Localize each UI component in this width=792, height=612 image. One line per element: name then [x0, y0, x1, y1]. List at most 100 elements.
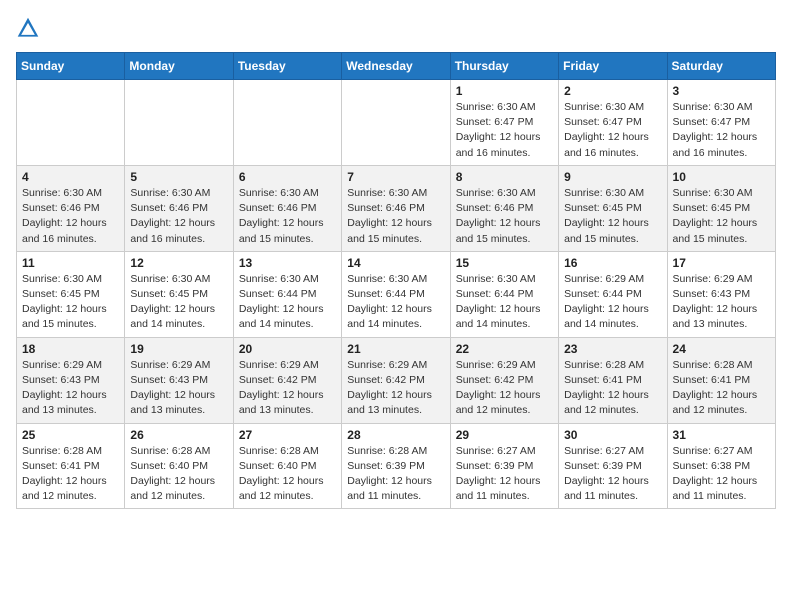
- day-info: Sunrise: 6:30 AMSunset: 6:44 PMDaylight:…: [456, 272, 553, 333]
- day-number: 16: [564, 256, 661, 270]
- day-number: 12: [130, 256, 227, 270]
- day-info: Sunrise: 6:30 AMSunset: 6:47 PMDaylight:…: [673, 100, 770, 161]
- calendar-cell: 26Sunrise: 6:28 AMSunset: 6:40 PMDayligh…: [125, 423, 233, 509]
- day-number: 13: [239, 256, 336, 270]
- generalblue-logo-icon: [16, 16, 40, 40]
- week-row-5: 25 Sunrise: 6:28 AMSunset: 6:41 PMDayligh…: [17, 423, 776, 509]
- day-info: Sunrise: 6:29 AMSunset: 6:42 PMDaylight:…: [347, 358, 444, 419]
- week-row-2: 4 Sunrise: 6:30 AMSunset: 6:46 PMDaylight…: [17, 165, 776, 251]
- day-number: 5: [130, 170, 227, 184]
- weekday-header-thursday: Thursday: [450, 53, 558, 80]
- calendar-cell: 3 Sunrise: 6:30 AMSunset: 6:47 PMDaylight…: [667, 80, 775, 166]
- calendar-table: SundayMondayTuesdayWednesdayThursdayFrid…: [16, 52, 776, 509]
- week-row-1: 1 Sunrise: 6:30 AMSunset: 6:47 PMDaylight…: [17, 80, 776, 166]
- day-number: 23: [564, 342, 661, 356]
- day-number: 31: [673, 428, 770, 442]
- day-number: 28: [347, 428, 444, 442]
- day-info: Sunrise: 6:30 AMSunset: 6:44 PMDaylight:…: [347, 272, 444, 333]
- calendar-cell: 15 Sunrise: 6:30 AMSunset: 6:44 PMDayligh…: [450, 251, 558, 337]
- day-number: 25: [22, 428, 119, 442]
- day-number: 15: [456, 256, 553, 270]
- day-info: Sunrise: 6:30 AMSunset: 6:46 PMDaylight:…: [22, 186, 119, 247]
- day-number: 18: [22, 342, 119, 356]
- calendar-cell: 14 Sunrise: 6:30 AMSunset: 6:44 PMDayligh…: [342, 251, 450, 337]
- day-info: Sunrise: 6:30 AMSunset: 6:46 PMDaylight:…: [130, 186, 227, 247]
- calendar-cell: 19 Sunrise: 6:29 AMSunset: 6:43 PMDayligh…: [125, 337, 233, 423]
- day-info: Sunrise: 6:27 AMSunset: 6:38 PMDaylight:…: [673, 444, 770, 505]
- calendar-cell: [233, 80, 341, 166]
- calendar-cell: 23 Sunrise: 6:28 AMSunset: 6:41 PMDayligh…: [559, 337, 667, 423]
- day-info: Sunrise: 6:27 AMSunset: 6:39 PMDaylight:…: [564, 444, 661, 505]
- calendar-cell: [125, 80, 233, 166]
- calendar-cell: 18 Sunrise: 6:29 AMSunset: 6:43 PMDayligh…: [17, 337, 125, 423]
- calendar-cell: 27 Sunrise: 6:28 AMSunset: 6:40 PMDayligh…: [233, 423, 341, 509]
- calendar-cell: 8Sunrise: 6:30 AMSunset: 6:46 PMDaylight…: [450, 165, 558, 251]
- calendar-cell: 30 Sunrise: 6:27 AMSunset: 6:39 PMDayligh…: [559, 423, 667, 509]
- day-info: Sunrise: 6:28 AMSunset: 6:41 PMDaylight:…: [564, 358, 661, 419]
- calendar-cell: 9 Sunrise: 6:30 AMSunset: 6:45 PMDaylight…: [559, 165, 667, 251]
- weekday-header-wednesday: Wednesday: [342, 53, 450, 80]
- calendar-cell: 6 Sunrise: 6:30 AMSunset: 6:46 PMDaylight…: [233, 165, 341, 251]
- day-number: 11: [22, 256, 119, 270]
- calendar-cell: 7Sunrise: 6:30 AMSunset: 6:46 PMDaylight…: [342, 165, 450, 251]
- day-info: Sunrise: 6:30 AMSunset: 6:47 PMDaylight:…: [564, 100, 661, 161]
- day-info: Sunrise: 6:28 AMSunset: 6:41 PMDaylight:…: [22, 444, 119, 505]
- day-info: Sunrise: 6:29 AMSunset: 6:43 PMDaylight:…: [130, 358, 227, 419]
- day-number: 6: [239, 170, 336, 184]
- calendar-cell: 2 Sunrise: 6:30 AMSunset: 6:47 PMDaylight…: [559, 80, 667, 166]
- day-info: Sunrise: 6:30 AMSunset: 6:44 PMDaylight:…: [239, 272, 336, 333]
- calendar-cell: 16 Sunrise: 6:29 AMSunset: 6:44 PMDayligh…: [559, 251, 667, 337]
- calendar-cell: 28 Sunrise: 6:28 AMSunset: 6:39 PMDayligh…: [342, 423, 450, 509]
- calendar-cell: 25 Sunrise: 6:28 AMSunset: 6:41 PMDayligh…: [17, 423, 125, 509]
- calendar-cell: 21 Sunrise: 6:29 AMSunset: 6:42 PMDayligh…: [342, 337, 450, 423]
- day-number: 2: [564, 84, 661, 98]
- calendar-cell: 5 Sunrise: 6:30 AMSunset: 6:46 PMDaylight…: [125, 165, 233, 251]
- day-info: Sunrise: 6:28 AMSunset: 6:41 PMDaylight:…: [673, 358, 770, 419]
- calendar-cell: 13 Sunrise: 6:30 AMSunset: 6:44 PMDayligh…: [233, 251, 341, 337]
- day-number: 14: [347, 256, 444, 270]
- weekday-header-monday: Monday: [125, 53, 233, 80]
- day-number: 1: [456, 84, 553, 98]
- day-number: 9: [564, 170, 661, 184]
- day-info: Sunrise: 6:29 AMSunset: 6:43 PMDaylight:…: [673, 272, 770, 333]
- day-info: Sunrise: 6:30 AMSunset: 6:46 PMDaylight:…: [239, 186, 336, 247]
- day-number: 27: [239, 428, 336, 442]
- day-info: Sunrise: 6:29 AMSunset: 6:42 PMDaylight:…: [456, 358, 553, 419]
- day-number: 30: [564, 428, 661, 442]
- day-info: Sunrise: 6:29 AMSunset: 6:43 PMDaylight:…: [22, 358, 119, 419]
- calendar-cell: 29Sunrise: 6:27 AMSunset: 6:39 PMDayligh…: [450, 423, 558, 509]
- day-number: 21: [347, 342, 444, 356]
- day-info: Sunrise: 6:28 AMSunset: 6:40 PMDaylight:…: [239, 444, 336, 505]
- weekday-header-friday: Friday: [559, 53, 667, 80]
- day-info: Sunrise: 6:30 AMSunset: 6:46 PMDaylight:…: [456, 186, 553, 247]
- logo: [16, 16, 44, 40]
- day-number: 20: [239, 342, 336, 356]
- calendar-cell: 12 Sunrise: 6:30 AMSunset: 6:45 PMDayligh…: [125, 251, 233, 337]
- weekday-header-saturday: Saturday: [667, 53, 775, 80]
- day-number: 4: [22, 170, 119, 184]
- week-row-3: 11 Sunrise: 6:30 AMSunset: 6:45 PMDayligh…: [17, 251, 776, 337]
- day-number: 10: [673, 170, 770, 184]
- day-info: Sunrise: 6:30 AMSunset: 6:45 PMDaylight:…: [130, 272, 227, 333]
- day-number: 29: [456, 428, 553, 442]
- day-number: 24: [673, 342, 770, 356]
- calendar-cell: 31 Sunrise: 6:27 AMSunset: 6:38 PMDayligh…: [667, 423, 775, 509]
- week-row-4: 18 Sunrise: 6:29 AMSunset: 6:43 PMDayligh…: [17, 337, 776, 423]
- day-info: Sunrise: 6:30 AMSunset: 6:46 PMDaylight:…: [347, 186, 444, 247]
- day-number: 19: [130, 342, 227, 356]
- calendar-cell: 11Sunrise: 6:30 AMSunset: 6:45 PMDayligh…: [17, 251, 125, 337]
- day-number: 3: [673, 84, 770, 98]
- day-info: Sunrise: 6:29 AMSunset: 6:44 PMDaylight:…: [564, 272, 661, 333]
- day-info: Sunrise: 6:28 AMSunset: 6:40 PMDaylight:…: [130, 444, 227, 505]
- day-info: Sunrise: 6:30 AMSunset: 6:45 PMDaylight:…: [564, 186, 661, 247]
- day-info: Sunrise: 6:28 AMSunset: 6:39 PMDaylight:…: [347, 444, 444, 505]
- day-info: Sunrise: 6:30 AMSunset: 6:45 PMDaylight:…: [673, 186, 770, 247]
- calendar-cell: 10 Sunrise: 6:30 AMSunset: 6:45 PMDayligh…: [667, 165, 775, 251]
- calendar-cell: [342, 80, 450, 166]
- calendar-cell: 4 Sunrise: 6:30 AMSunset: 6:46 PMDaylight…: [17, 165, 125, 251]
- header: [16, 16, 776, 40]
- calendar-cell: [17, 80, 125, 166]
- calendar-cell: 22 Sunrise: 6:29 AMSunset: 6:42 PMDayligh…: [450, 337, 558, 423]
- day-number: 22: [456, 342, 553, 356]
- calendar-cell: 20Sunrise: 6:29 AMSunset: 6:42 PMDayligh…: [233, 337, 341, 423]
